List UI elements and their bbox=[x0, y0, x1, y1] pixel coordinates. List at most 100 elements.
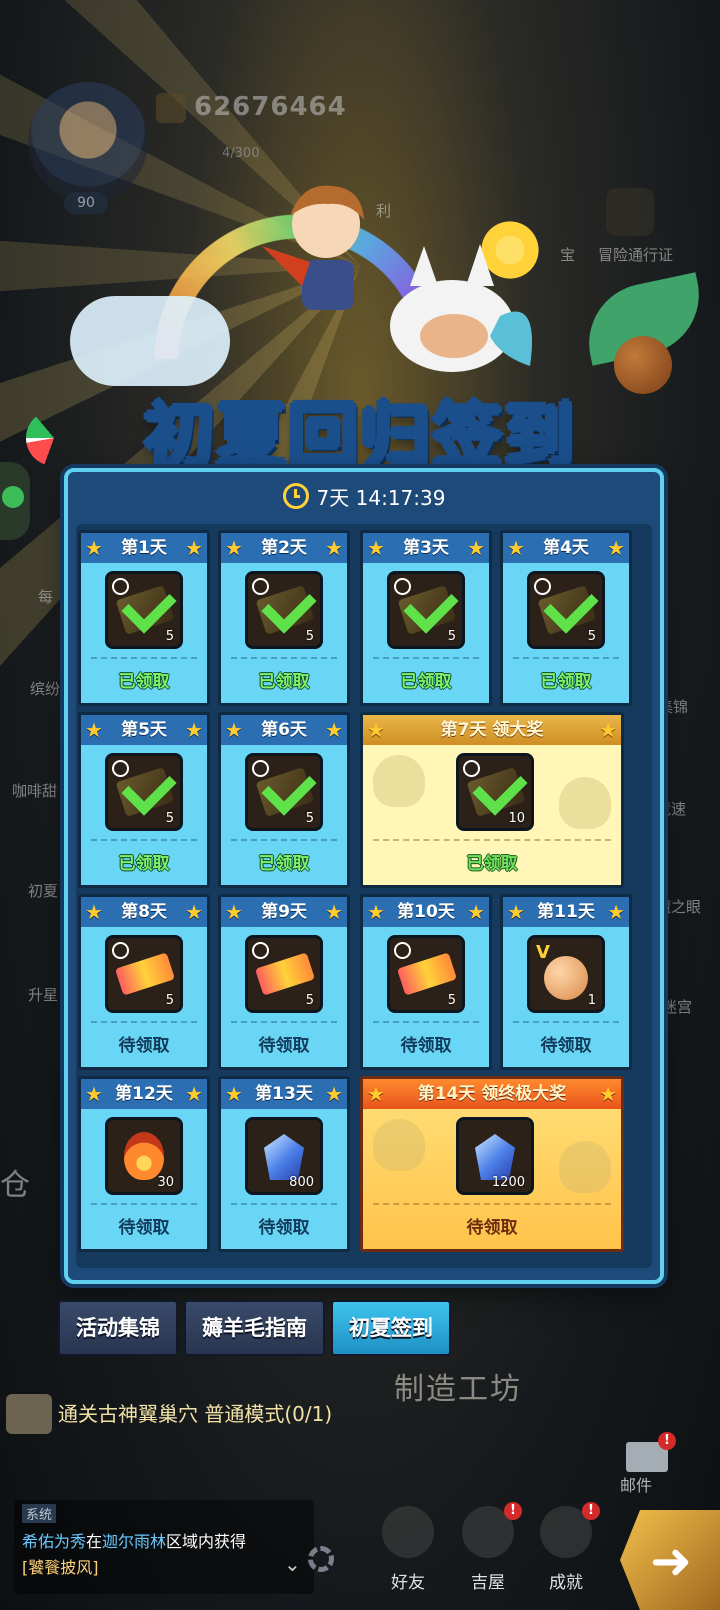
reward-item[interactable]: 10 bbox=[456, 753, 534, 831]
gear-icon[interactable] bbox=[308, 1546, 334, 1572]
day-card-13[interactable]: ★ 第13天 ★ 800 待领取 bbox=[218, 1076, 350, 1252]
chat-channel-tag: 系统 bbox=[22, 1504, 57, 1523]
star-icon: ★ bbox=[607, 900, 625, 924]
reward-item[interactable]: 800 bbox=[245, 1117, 323, 1195]
crystal-icon bbox=[475, 1134, 515, 1180]
clock-icon bbox=[252, 760, 269, 777]
clock-icon bbox=[463, 760, 480, 777]
day-label: 第6天 bbox=[261, 720, 307, 740]
chat-icon bbox=[2, 486, 24, 508]
divider bbox=[513, 1021, 619, 1023]
timer-text: 7天 14:17:39 bbox=[316, 486, 446, 510]
star-icon: ★ bbox=[367, 1082, 385, 1106]
v-egg-icon bbox=[544, 956, 588, 1000]
day-card-11[interactable]: ★ 第11天 ★ V 1 待领取 bbox=[500, 894, 632, 1070]
claim-status[interactable]: 待领取 bbox=[81, 1213, 207, 1238]
day-card-10[interactable]: ★ 第10天 ★ 5 待领取 bbox=[360, 894, 492, 1070]
day-card-9[interactable]: ★ 第9天 ★ 5 待领取 bbox=[218, 894, 350, 1070]
star-icon: ★ bbox=[85, 1082, 103, 1106]
day-card-12[interactable]: ★ 第12天 ★ 30 待领取 bbox=[78, 1076, 210, 1252]
day-card-3[interactable]: ★ 第3天 ★ 5 已领取 bbox=[360, 530, 492, 706]
player-avatar[interactable] bbox=[28, 82, 148, 202]
day-card-5[interactable]: ★ 第5天 ★ 5 已领取 bbox=[78, 712, 210, 888]
reward-item[interactable]: 30 bbox=[105, 1117, 183, 1195]
claim-status: 已领取 bbox=[118, 854, 170, 874]
reward-item[interactable]: V1 bbox=[527, 935, 605, 1013]
star-icon: ★ bbox=[325, 536, 343, 560]
chat-box[interactable]: 系统 希佑为秀在迦尔雨林区域内获得 [饕餮披风] ⌄ bbox=[14, 1500, 314, 1594]
hero-character-art bbox=[262, 185, 364, 310]
chat-player-name[interactable]: 希佑为秀 bbox=[22, 1532, 86, 1551]
reward-count: 5 bbox=[447, 629, 456, 644]
claim-status[interactable]: 待领取 bbox=[81, 1031, 207, 1056]
reward-count: 10 bbox=[508, 811, 525, 826]
reward-item[interactable]: 5 bbox=[387, 935, 465, 1013]
chat-item-link[interactable]: [饕餮披风] bbox=[22, 1554, 99, 1578]
divider bbox=[231, 657, 337, 659]
star-icon: ★ bbox=[225, 1082, 243, 1106]
star-icon: ★ bbox=[367, 900, 385, 924]
day-label: 第2天 bbox=[261, 538, 307, 558]
clock-icon bbox=[252, 942, 269, 959]
claim-status[interactable]: 待领取 bbox=[363, 1213, 621, 1238]
share-button[interactable]: ➜ bbox=[620, 1510, 720, 1610]
reward-item[interactable]: 5 bbox=[387, 571, 465, 649]
nav-achievements[interactable]: ! 成就 bbox=[530, 1502, 602, 1606]
chat-place: 迦尔雨林 bbox=[102, 1532, 167, 1551]
claim-status[interactable]: 待领取 bbox=[221, 1031, 347, 1056]
claim-status[interactable]: 待领取 bbox=[221, 1213, 347, 1238]
reward-item[interactable]: 5 bbox=[105, 753, 183, 831]
day-card-14[interactable]: ★ 第14天 领终极大奖 ★ 1200 待领取 bbox=[360, 1076, 624, 1252]
chat-pill[interactable] bbox=[0, 462, 30, 540]
nav-house-label: 吉屋 bbox=[471, 1573, 505, 1593]
tab-activity-collection[interactable]: 活动集锦 bbox=[58, 1300, 178, 1356]
side-label-early-summer: 初夏 bbox=[28, 882, 59, 900]
reward-bag-icon bbox=[373, 1119, 425, 1171]
day-card-2[interactable]: ★ 第2天 ★ 5 已领取 bbox=[218, 530, 350, 706]
divider bbox=[91, 1203, 197, 1205]
star-icon: ★ bbox=[599, 1082, 617, 1106]
star-icon: ★ bbox=[467, 536, 485, 560]
day-card-6[interactable]: ★ 第6天 ★ 5 已领取 bbox=[218, 712, 350, 888]
reward-item[interactable]: 5 bbox=[105, 571, 183, 649]
star-icon: ★ bbox=[325, 1082, 343, 1106]
divider bbox=[91, 657, 197, 659]
star-icon: ★ bbox=[185, 718, 203, 742]
reward-item[interactable]: 5 bbox=[527, 571, 605, 649]
reward-item[interactable]: 5 bbox=[245, 753, 323, 831]
reward-count: 5 bbox=[587, 629, 596, 644]
day-card-4[interactable]: ★ 第4天 ★ 5 已领取 bbox=[500, 530, 632, 706]
chevron-down-icon[interactable]: ⌄ bbox=[284, 1552, 301, 1576]
side-label-colorful: 缤纷 bbox=[30, 680, 61, 698]
reward-count: 1 bbox=[587, 993, 596, 1008]
star-icon: ★ bbox=[85, 718, 103, 742]
tab-freebie-guide[interactable]: 薅羊毛指南 bbox=[184, 1300, 325, 1356]
nav-friends[interactable]: 好友 bbox=[372, 1506, 444, 1606]
chat-message: 希佑为秀在迦尔雨林区域内获得 bbox=[22, 1528, 246, 1552]
tab-summer-sign-in[interactable]: 初夏签到 bbox=[331, 1300, 451, 1356]
clock-icon bbox=[252, 578, 269, 595]
reward-item[interactable]: 5 bbox=[245, 935, 323, 1013]
quest-tracker[interactable]: 通关古神翼巢穴 普通模式(0/1) bbox=[0, 1388, 700, 1444]
day-label: 第11天 bbox=[537, 902, 595, 922]
star-icon: ★ bbox=[225, 900, 243, 924]
day-label: 第7天 领大奖 bbox=[440, 720, 544, 740]
reward-count: 5 bbox=[305, 811, 314, 826]
reward-item[interactable]: 5 bbox=[245, 571, 323, 649]
day-card-7[interactable]: ★ 第7天 领大奖 ★ 10 已领取 bbox=[360, 712, 624, 888]
side-label-battle-pass: 冒险通行证 bbox=[598, 246, 674, 264]
day-card-1[interactable]: ★ 第1天 ★ 5 已领取 bbox=[78, 530, 210, 706]
day-header: ★ 第12天 ★ bbox=[81, 1079, 207, 1109]
quest-scroll-icon bbox=[6, 1394, 52, 1434]
side-label-daily: 每 bbox=[38, 588, 54, 606]
reward-item[interactable]: 1200 bbox=[456, 1117, 534, 1195]
claim-status[interactable]: 待领取 bbox=[363, 1031, 489, 1056]
side-label-treasure: 宝 bbox=[560, 246, 576, 264]
claim-status[interactable]: 待领取 bbox=[503, 1031, 629, 1056]
day-header: ★ 第14天 领终极大奖 ★ bbox=[363, 1079, 621, 1109]
divider bbox=[373, 1021, 479, 1023]
mail-button[interactable]: ! 邮件 bbox=[618, 1432, 676, 1495]
reward-item[interactable]: 5 bbox=[105, 935, 183, 1013]
day-card-8[interactable]: ★ 第8天 ★ 5 待领取 bbox=[78, 894, 210, 1070]
nav-house[interactable]: ! 吉屋 bbox=[452, 1502, 524, 1606]
